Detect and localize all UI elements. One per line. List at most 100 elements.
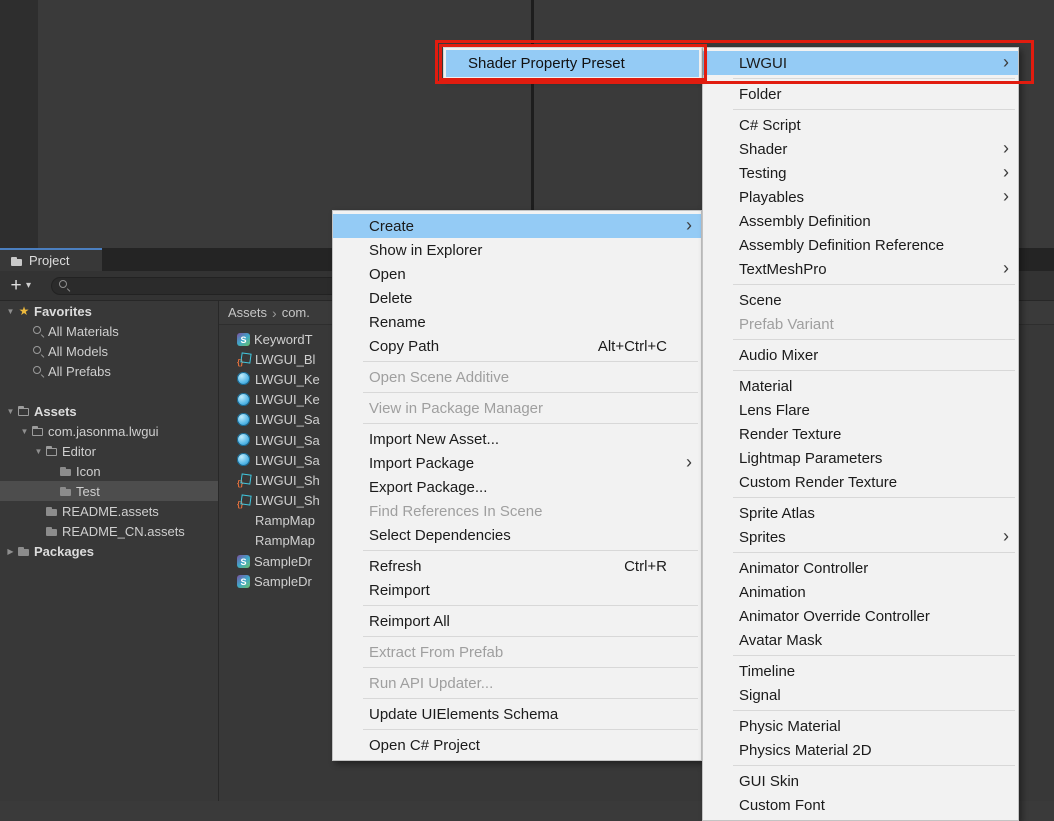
tree-item[interactable]: Icon — [0, 461, 218, 481]
context-menu-item[interactable]: Reimport — [333, 578, 701, 602]
create-submenu-item[interactable]: Testing › — [703, 161, 1018, 185]
context-menu-item[interactable]: Open Scene Additive — [333, 365, 701, 389]
menu-item-label: Physics Material 2D — [739, 742, 872, 759]
asset-label: RampMap — [255, 513, 315, 528]
menu-item-label: Testing — [739, 165, 787, 182]
context-menu-item[interactable]: Create › — [333, 214, 701, 238]
tree-item[interactable]: ▼ Editor — [0, 441, 218, 461]
context-menu-item[interactable]: Refresh Ctrl+R — [333, 554, 701, 578]
tree-item[interactable]: ▼ com.jasonma.lwgui — [0, 421, 218, 441]
tree-item[interactable]: All Models — [0, 341, 218, 361]
asset-icon — [237, 393, 251, 407]
create-submenu-item[interactable]: Sprite Atlas — [703, 501, 1018, 525]
create-submenu-item[interactable]: Lightmap Parameters — [703, 446, 1018, 470]
context-menu-item[interactable]: Run API Updater... — [333, 671, 701, 695]
context-menu-item[interactable]: Import Package › — [333, 451, 701, 475]
asset-icon — [237, 453, 251, 467]
breadcrumb-current[interactable]: com. — [282, 305, 310, 320]
menu-separator — [333, 664, 701, 671]
menu-item-shader-property-preset[interactable]: Shader Property Preset — [446, 50, 699, 77]
context-menu-item[interactable]: Select Dependencies — [333, 523, 701, 547]
create-submenu-item[interactable]: Physic Material — [703, 714, 1018, 738]
menu-item-label: Reimport All — [369, 613, 450, 630]
create-submenu-item[interactable]: Animation — [703, 580, 1018, 604]
menu-item-label: Lens Flare — [739, 402, 810, 419]
menu-item-shortcut: Alt+Ctrl+C — [598, 338, 667, 355]
asset-label: SampleDr — [254, 574, 312, 589]
tree-item[interactable]: ▼ Assets — [0, 401, 218, 421]
create-submenu-item[interactable]: Avatar Mask — [703, 628, 1018, 652]
context-menu-item[interactable]: Reimport All — [333, 609, 701, 633]
add-asset-button[interactable]: + — [8, 276, 24, 295]
create-submenu-item[interactable]: Material — [703, 374, 1018, 398]
tree-item[interactable]: ▶ Packages — [0, 541, 218, 561]
context-menu-item[interactable]: Open — [333, 262, 701, 286]
create-submenu-item[interactable]: Prefab Variant — [703, 312, 1018, 336]
asset-label: RampMap — [255, 533, 315, 548]
context-menu-item[interactable]: Export Package... — [333, 475, 701, 499]
context-menu-item[interactable]: View in Package Manager — [333, 396, 701, 420]
context-menu-item[interactable]: Extract From Prefab — [333, 640, 701, 664]
expander-icon[interactable]: ▶ — [4, 547, 17, 556]
menu-separator — [333, 547, 701, 554]
tree-item[interactable]: README_CN.assets — [0, 521, 218, 541]
menu-separator — [333, 633, 701, 640]
tree-item[interactable]: Test — [0, 481, 218, 501]
menu-item-label: Scene — [739, 292, 782, 309]
create-submenu-item[interactable]: Timeline — [703, 659, 1018, 683]
create-submenu-item[interactable]: Sprites › — [703, 525, 1018, 549]
create-submenu-item[interactable]: C# Script — [703, 113, 1018, 137]
tree-item-label: Favorites — [34, 304, 92, 319]
tab-project[interactable]: Project — [0, 248, 102, 271]
expander-icon[interactable]: ▼ — [4, 407, 17, 416]
create-submenu-item[interactable]: Custom Font — [703, 793, 1018, 817]
asset-label: LWGUI_Bl — [255, 352, 315, 367]
tree-item[interactable]: All Prefabs — [0, 361, 218, 381]
create-submenu-item[interactable]: Playables › — [703, 185, 1018, 209]
submenu-arrow-icon: › — [686, 450, 692, 474]
tree-item-icon — [31, 324, 45, 338]
tree-item[interactable]: All Materials — [0, 321, 218, 341]
menu-item-label: Open — [369, 266, 406, 283]
create-submenu-item[interactable]: TextMeshPro › — [703, 257, 1018, 281]
menu-separator — [703, 549, 1018, 556]
expander-icon[interactable]: ▼ — [32, 447, 45, 456]
create-submenu-item[interactable]: Folder — [703, 82, 1018, 106]
create-submenu-item[interactable]: Lens Flare — [703, 398, 1018, 422]
create-submenu-item[interactable]: Signal — [703, 683, 1018, 707]
create-submenu-item[interactable]: Assembly Definition Reference — [703, 233, 1018, 257]
menu-item-label: Shader Property Preset — [468, 55, 625, 72]
tree-item[interactable]: README.assets — [0, 501, 218, 521]
context-menu-item[interactable]: Open C# Project — [333, 733, 701, 757]
create-submenu-item[interactable]: Animator Controller — [703, 556, 1018, 580]
submenu-arrow-icon: › — [1003, 136, 1009, 160]
create-submenu-item[interactable]: GUI Skin — [703, 769, 1018, 793]
expander-icon[interactable]: ▼ — [18, 427, 31, 436]
context-menu-item[interactable]: Update UIElements Schema — [333, 702, 701, 726]
create-submenu-item[interactable]: Render Texture — [703, 422, 1018, 446]
create-submenu-item[interactable]: Shader › — [703, 137, 1018, 161]
create-submenu-item[interactable]: Audio Mixer — [703, 343, 1018, 367]
create-submenu-item[interactable]: Animator Override Controller — [703, 604, 1018, 628]
create-submenu-item[interactable]: Custom Render Texture — [703, 470, 1018, 494]
expander-icon[interactable]: ▼ — [4, 307, 17, 316]
menu-item-label: View in Package Manager — [369, 400, 543, 417]
context-menu-item[interactable]: Delete — [333, 286, 701, 310]
breadcrumb-root[interactable]: Assets — [228, 305, 267, 320]
menu-item-label: Rename — [369, 314, 426, 331]
create-submenu-item[interactable]: Assembly Definition — [703, 209, 1018, 233]
context-menu-item[interactable]: Find References In Scene — [333, 499, 701, 523]
create-submenu-item[interactable]: LWGUI › — [703, 51, 1018, 75]
context-menu-item[interactable]: Rename — [333, 310, 701, 334]
context-menu-item[interactable]: Show in Explorer — [333, 238, 701, 262]
tree-item[interactable]: ▼ ★ Favorites — [0, 301, 218, 321]
add-dropdown-arrow-icon[interactable]: ▾ — [26, 280, 31, 291]
tree-item-icon — [31, 424, 45, 438]
context-menu-item[interactable]: Copy Path Alt+Ctrl+C — [333, 334, 701, 358]
tree-item-label: com.jasonma.lwgui — [48, 424, 159, 439]
create-submenu-item[interactable]: Scene — [703, 288, 1018, 312]
menu-item-label: Run API Updater... — [369, 675, 493, 692]
create-submenu-item[interactable]: Physics Material 2D — [703, 738, 1018, 762]
context-menu-item[interactable]: Import New Asset... — [333, 427, 701, 451]
tree-spacer — [0, 381, 218, 401]
